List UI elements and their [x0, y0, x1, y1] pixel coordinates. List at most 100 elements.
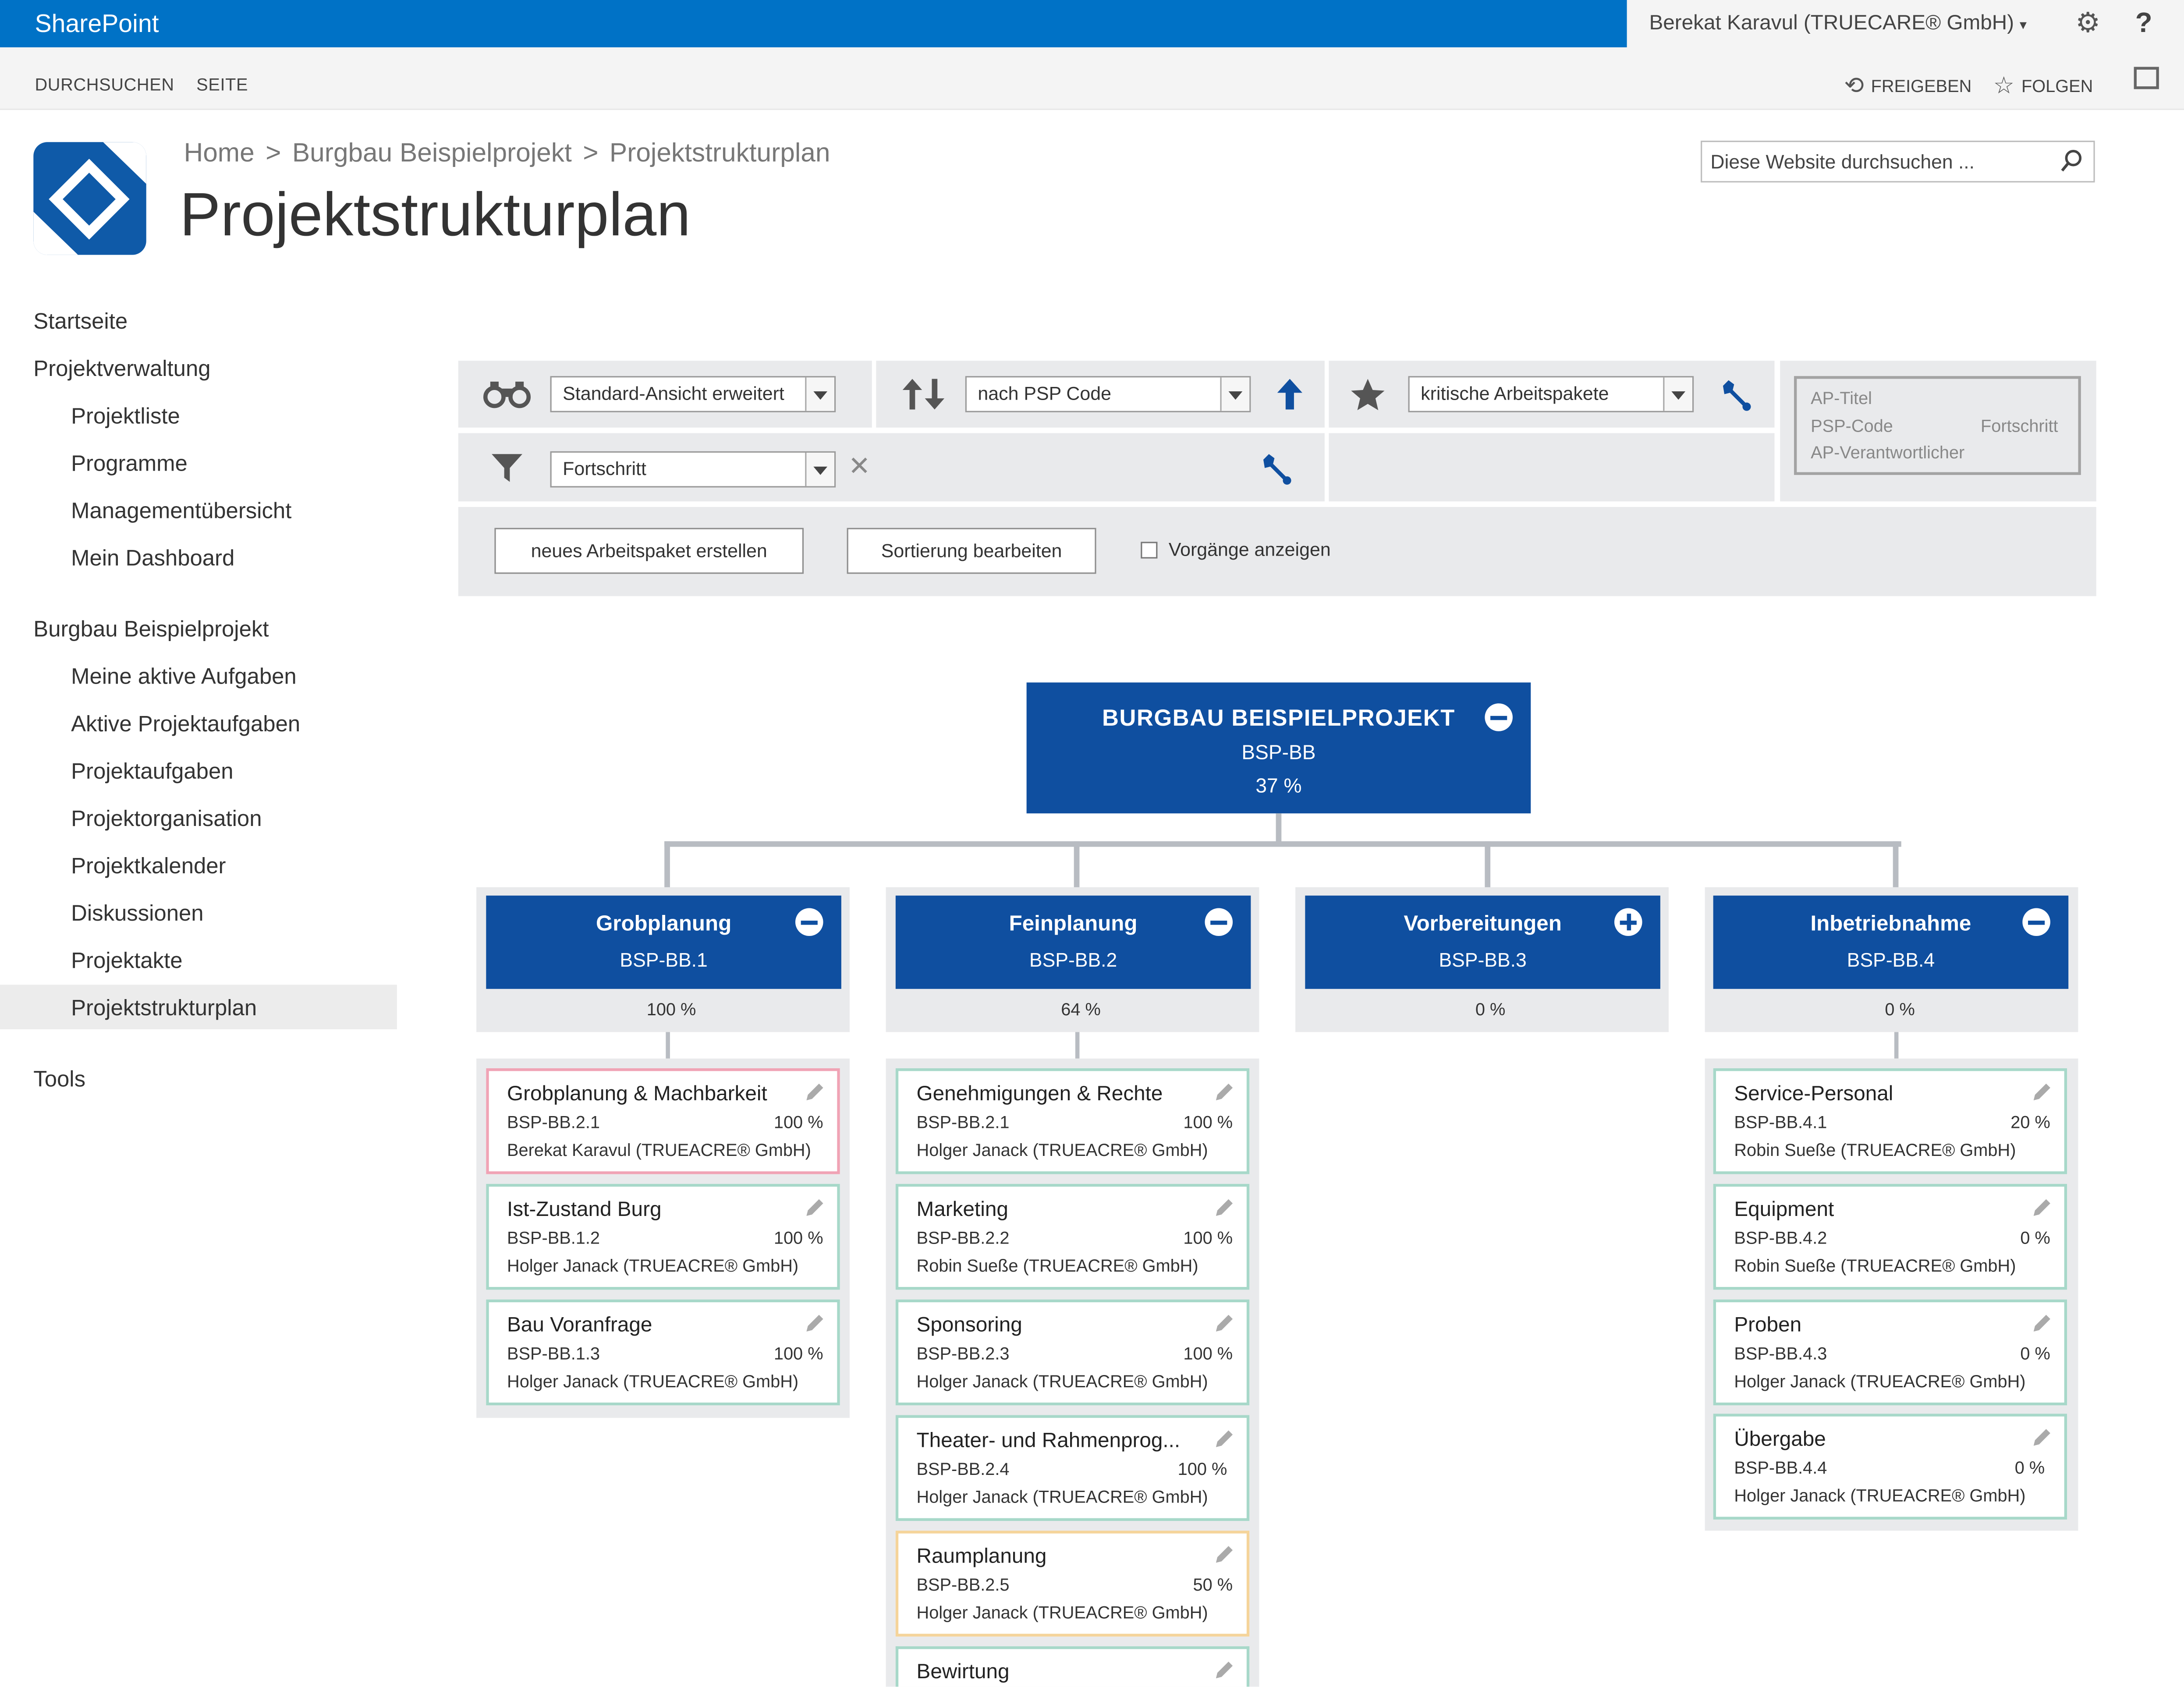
nav-item-projektverwaltung[interactable]: Projektverwaltung [33, 358, 210, 383]
collapse-icon[interactable] [1205, 908, 1233, 936]
breadcrumb-home[interactable]: Home [184, 139, 255, 169]
help-icon[interactable]: ? [2135, 8, 2152, 39]
expand-icon[interactable] [1614, 908, 1642, 936]
connector-line [1276, 813, 1282, 844]
nav-item-meine-aktive-aufgaben[interactable]: Meine aktive Aufgaben [71, 666, 297, 691]
sharepoint-brand[interactable]: SharePoint [0, 0, 1627, 48]
collapse-icon[interactable] [1485, 703, 1513, 731]
phase-title: Feinplanung [1009, 912, 1138, 936]
wrench-icon[interactable] [1719, 379, 1752, 412]
nav-item-tools[interactable]: Tools [33, 1068, 85, 1093]
connector-line [1894, 1032, 1899, 1059]
work-package-card[interactable]: Bau Voranfrage BSP-BB.1.3 100 % Holger J… [486, 1299, 840, 1406]
site-logo[interactable] [33, 142, 146, 255]
pencil-icon[interactable] [1215, 1198, 1234, 1218]
show-tasks-checkbox[interactable] [1141, 542, 1158, 559]
search-icon[interactable] [2060, 149, 2082, 174]
gear-icon[interactable]: ⚙ [2073, 8, 2103, 39]
work-package-card[interactable]: Marketing BSP-BB.2.2 100 % Robin Sueße (… [895, 1184, 1250, 1290]
tab-browse[interactable]: DURCHSUCHEN [35, 75, 174, 95]
nav-item-projektliste[interactable]: Projektliste [71, 405, 180, 430]
work-package-card[interactable]: Proben BSP-BB.4.3 0 % Holger Janack (TRU… [1713, 1299, 2067, 1406]
phase-progress: 100 % [646, 1000, 696, 1020]
brand-label: SharePoint [35, 10, 159, 38]
card-title: Ist-Zustand Burg [507, 1198, 662, 1222]
pencil-icon[interactable] [1215, 1545, 1234, 1564]
nav-item-aktive-projektaufgaben[interactable]: Aktive Projektaufgaben [71, 713, 300, 738]
nav-item-mein-dashboard[interactable]: Mein Dashboard [71, 547, 234, 572]
search-input[interactable] [1702, 142, 2059, 181]
wrench-icon[interactable] [1259, 453, 1292, 486]
pencil-icon[interactable] [805, 1313, 825, 1333]
card-progress: 20 % [2010, 1113, 2050, 1133]
focus-mode-icon[interactable] [2134, 67, 2159, 89]
collapse-icon[interactable] [2022, 908, 2050, 936]
sort-select[interactable]: nach PSP Code [965, 376, 1251, 412]
work-package-card[interactable]: Raumplanung BSP-BB.2.5 50 % Holger Janac… [895, 1531, 1250, 1637]
collapse-icon[interactable] [795, 908, 823, 936]
chevron-down-icon: ▾ [2019, 18, 2027, 34]
pencil-icon[interactable] [2032, 1428, 2052, 1447]
pencil-icon[interactable] [805, 1198, 825, 1218]
card-code: BSP-BB.4.2 [1734, 1228, 1827, 1248]
filter-select[interactable]: Fortschritt [550, 451, 836, 488]
work-package-card[interactable]: Theater- und Rahmenprog... BSP-BB.2.4 10… [895, 1415, 1250, 1521]
pencil-icon[interactable] [2032, 1198, 2052, 1218]
card-progress: 100 % [773, 1228, 823, 1248]
dropdown-arrow-icon [805, 377, 834, 411]
work-package-card[interactable]: Genehmigungen & Rechte BSP-BB.2.1 100 % … [895, 1068, 1250, 1174]
phase-title: Grobplanung [596, 912, 732, 936]
work-package-card[interactable]: Grobplanung & Machbarkeit BSP-BB.2.1 100… [486, 1068, 840, 1174]
card-title: Service-Personal [1734, 1082, 1893, 1106]
phase-title: Vorbereitungen [1404, 912, 1562, 936]
sort-ascending-icon[interactable] [1276, 377, 1304, 411]
follow-button[interactable]: ☆ FOLGEN [1993, 72, 2093, 100]
phase-node[interactable]: Vorbereitungen BSP-BB.3 [1305, 895, 1660, 989]
nav-item-burgbau-beispielprojekt[interactable]: Burgbau Beispielprojekt [33, 618, 269, 643]
clear-filter-icon[interactable]: ✕ [848, 453, 871, 483]
user-menu[interactable]: Berekat Karavul (TRUECARE® GmbH) ▾ [1649, 0, 2026, 50]
phase-progress: 0 % [1885, 1000, 1915, 1020]
card-title: Bau Voranfrage [507, 1313, 652, 1337]
pencil-icon[interactable] [1215, 1313, 1234, 1333]
nav-item-programme[interactable]: Programme [71, 453, 188, 478]
pencil-icon[interactable] [805, 1082, 825, 1102]
nav-item-projektstrukturplan[interactable]: Projektstrukturplan [71, 997, 257, 1022]
nav-item-projektkalender[interactable]: Projektkalender [71, 855, 226, 880]
root-progress: 37 % [1255, 776, 1302, 798]
highlight-select[interactable]: kritische Arbeitspakete [1408, 376, 1694, 412]
breadcrumb-project[interactable]: Burgbau Beispielprojekt [292, 139, 572, 169]
phase-node[interactable]: Inbetriebnahme BSP-BB.4 [1713, 895, 2069, 989]
breadcrumb-current[interactable]: Projektstrukturplan [610, 139, 830, 169]
work-package-card[interactable]: Übergabe BSP-BB.4.4 0 % Holger Janack (T… [1713, 1414, 2067, 1520]
nav-item-projektakte[interactable]: Projektakte [71, 950, 182, 975]
card-legend: AP-Titel PSP-Code Fortschritt AP-Verantw… [1794, 376, 2081, 475]
nav-item-diskussionen[interactable]: Diskussionen [71, 903, 203, 928]
nav-item-startseite[interactable]: Startseite [33, 311, 128, 336]
pencil-icon[interactable] [1215, 1082, 1234, 1102]
work-package-card[interactable]: Sponsoring BSP-BB.2.3 100 % Holger Janac… [895, 1299, 1250, 1406]
card-code: BSP-BB.4.1 [1734, 1113, 1827, 1133]
pencil-icon[interactable] [1215, 1429, 1234, 1449]
edit-sort-button[interactable]: Sortierung bearbeiten [847, 528, 1096, 574]
phase-node[interactable]: Grobplanung BSP-BB.1 [486, 895, 841, 989]
nav-item-projektorganisation[interactable]: Projektorganisation [71, 808, 262, 833]
connector-line [1074, 841, 1080, 889]
pencil-icon[interactable] [2032, 1082, 2052, 1102]
pencil-icon[interactable] [1215, 1660, 1234, 1680]
share-button[interactable]: ⟲ FREIGEBEN [1844, 72, 1971, 100]
pencil-icon[interactable] [2032, 1313, 2052, 1333]
work-package-card[interactable]: Service-Personal BSP-BB.4.1 20 % Robin S… [1713, 1068, 2067, 1174]
phase-node[interactable]: Feinplanung BSP-BB.2 [895, 895, 1251, 989]
view-select[interactable]: Standard-Ansicht erweitert [550, 376, 836, 412]
work-package-card[interactable]: Equipment BSP-BB.4.2 0 % Robin Sueße (TR… [1713, 1184, 2067, 1290]
card-owner: Holger Janack (TRUEACRE® GmbH) [507, 1372, 799, 1392]
card-progress: 100 % [1183, 1344, 1233, 1364]
work-package-card[interactable]: Bewirtung [895, 1646, 1250, 1687]
tab-page[interactable]: SEITE [196, 75, 248, 95]
root-node[interactable]: BURGBAU BEISPIELPROJEKT BSP-BB 37 % [1026, 682, 1531, 814]
work-package-card[interactable]: Ist-Zustand Burg BSP-BB.1.2 100 % Holger… [486, 1184, 840, 1290]
nav-item-managementuebersicht[interactable]: Managementübersicht [71, 500, 291, 525]
new-work-package-button[interactable]: neues Arbeitspaket erstellen [494, 528, 804, 574]
nav-item-projektaufgaben[interactable]: Projektaufgaben [71, 761, 233, 786]
